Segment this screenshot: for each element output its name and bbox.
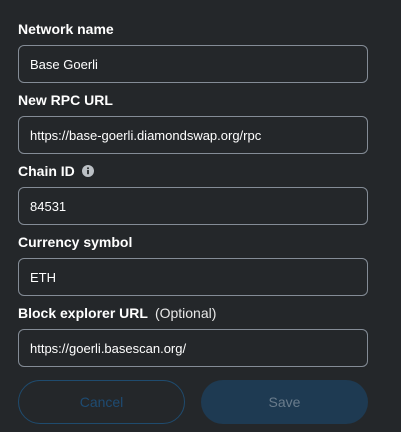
save-button-label: Save bbox=[268, 394, 301, 410]
chain-id-input-box[interactable] bbox=[18, 187, 368, 225]
chain-id-input[interactable] bbox=[19, 188, 367, 224]
block-explorer-label-text: Block explorer URL bbox=[18, 305, 148, 321]
currency-symbol-label-text: Currency symbol bbox=[18, 234, 133, 250]
network-name-label: Network name bbox=[18, 19, 114, 39]
chain-id-label: Chain ID bbox=[18, 161, 94, 181]
network-name-input-box[interactable] bbox=[18, 45, 368, 83]
rpc-url-input-box[interactable] bbox=[18, 116, 368, 154]
cancel-button[interactable]: Cancel bbox=[18, 380, 185, 424]
cancel-button-label: Cancel bbox=[79, 394, 124, 410]
block-explorer-input-box[interactable] bbox=[18, 329, 368, 367]
chain-id-label-text: Chain ID bbox=[18, 163, 75, 179]
currency-symbol-input-box[interactable] bbox=[18, 258, 368, 296]
network-form-page: { "fields": { "network_name": { "label":… bbox=[0, 0, 401, 432]
network-name-input[interactable] bbox=[19, 46, 367, 82]
currency-symbol-input[interactable] bbox=[19, 259, 367, 295]
rpc-url-input[interactable] bbox=[19, 117, 367, 153]
rpc-url-label-text: New RPC URL bbox=[18, 92, 113, 108]
network-name-label-text: Network name bbox=[18, 21, 114, 37]
block-explorer-input[interactable] bbox=[19, 330, 367, 366]
info-icon[interactable] bbox=[81, 164, 94, 177]
rpc-url-label: New RPC URL bbox=[18, 90, 113, 110]
block-explorer-optional-text: (Optional) bbox=[154, 305, 217, 321]
block-explorer-label: Block explorer URL (Optional) bbox=[18, 303, 216, 323]
save-button[interactable]: Save bbox=[201, 380, 368, 424]
currency-symbol-label: Currency symbol bbox=[18, 232, 132, 252]
